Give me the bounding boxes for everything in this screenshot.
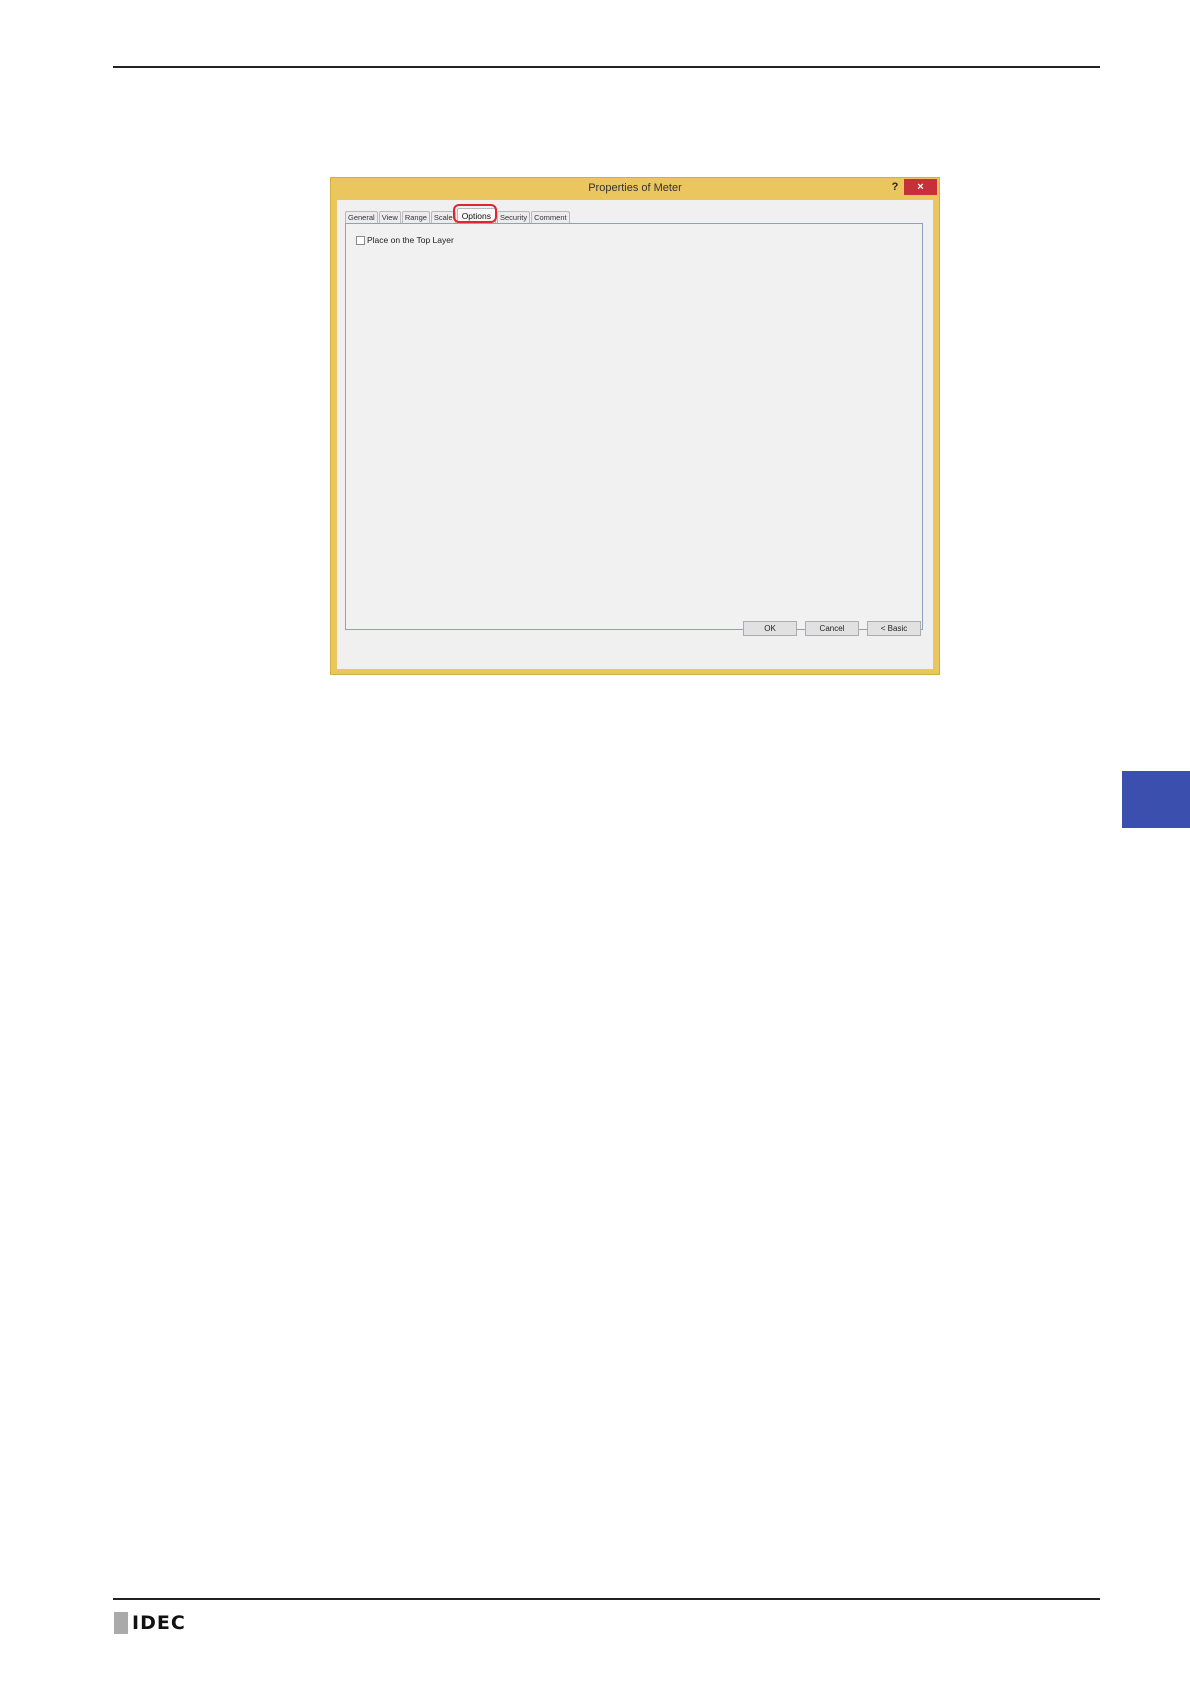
options-panel: Place on the Top Layer: [345, 223, 923, 630]
tab-scale[interactable]: Scale: [430, 211, 456, 223]
header-rule: [113, 66, 1100, 68]
logo-text: IDEC: [132, 1612, 186, 1634]
place-on-top-layer-row[interactable]: Place on the Top Layer: [356, 235, 454, 245]
tab-options[interactable]: Options: [456, 208, 496, 223]
logo-mark: [114, 1612, 128, 1634]
place-on-top-layer-label: Place on the Top Layer: [367, 235, 454, 245]
footer-rule: [113, 1598, 1100, 1600]
dialog-client-area: General View Range Scale Options Securit…: [337, 200, 933, 669]
tab-security[interactable]: Security: [496, 211, 531, 223]
close-button[interactable]: ×: [904, 179, 937, 195]
dialog-title: Properties of Meter: [588, 182, 682, 194]
tab-general[interactable]: General: [345, 211, 378, 223]
basic-button[interactable]: < Basic: [867, 621, 921, 636]
place-on-top-layer-checkbox[interactable]: [356, 235, 365, 245]
cancel-button[interactable]: Cancel: [805, 621, 859, 636]
idec-logo: IDEC: [114, 1612, 186, 1634]
dialog-titlebar[interactable]: Properties of Meter ? ×: [331, 178, 939, 200]
ok-button[interactable]: OK: [743, 621, 797, 636]
tab-range[interactable]: Range: [401, 211, 430, 223]
tab-view[interactable]: View: [378, 211, 401, 223]
tab-strip: General View Range Scale Options Securit…: [345, 208, 571, 223]
chapter-side-tab: [1122, 771, 1190, 828]
properties-dialog: Properties of Meter ? × General View Ran…: [330, 177, 940, 675]
tab-comment[interactable]: Comment: [531, 211, 570, 223]
